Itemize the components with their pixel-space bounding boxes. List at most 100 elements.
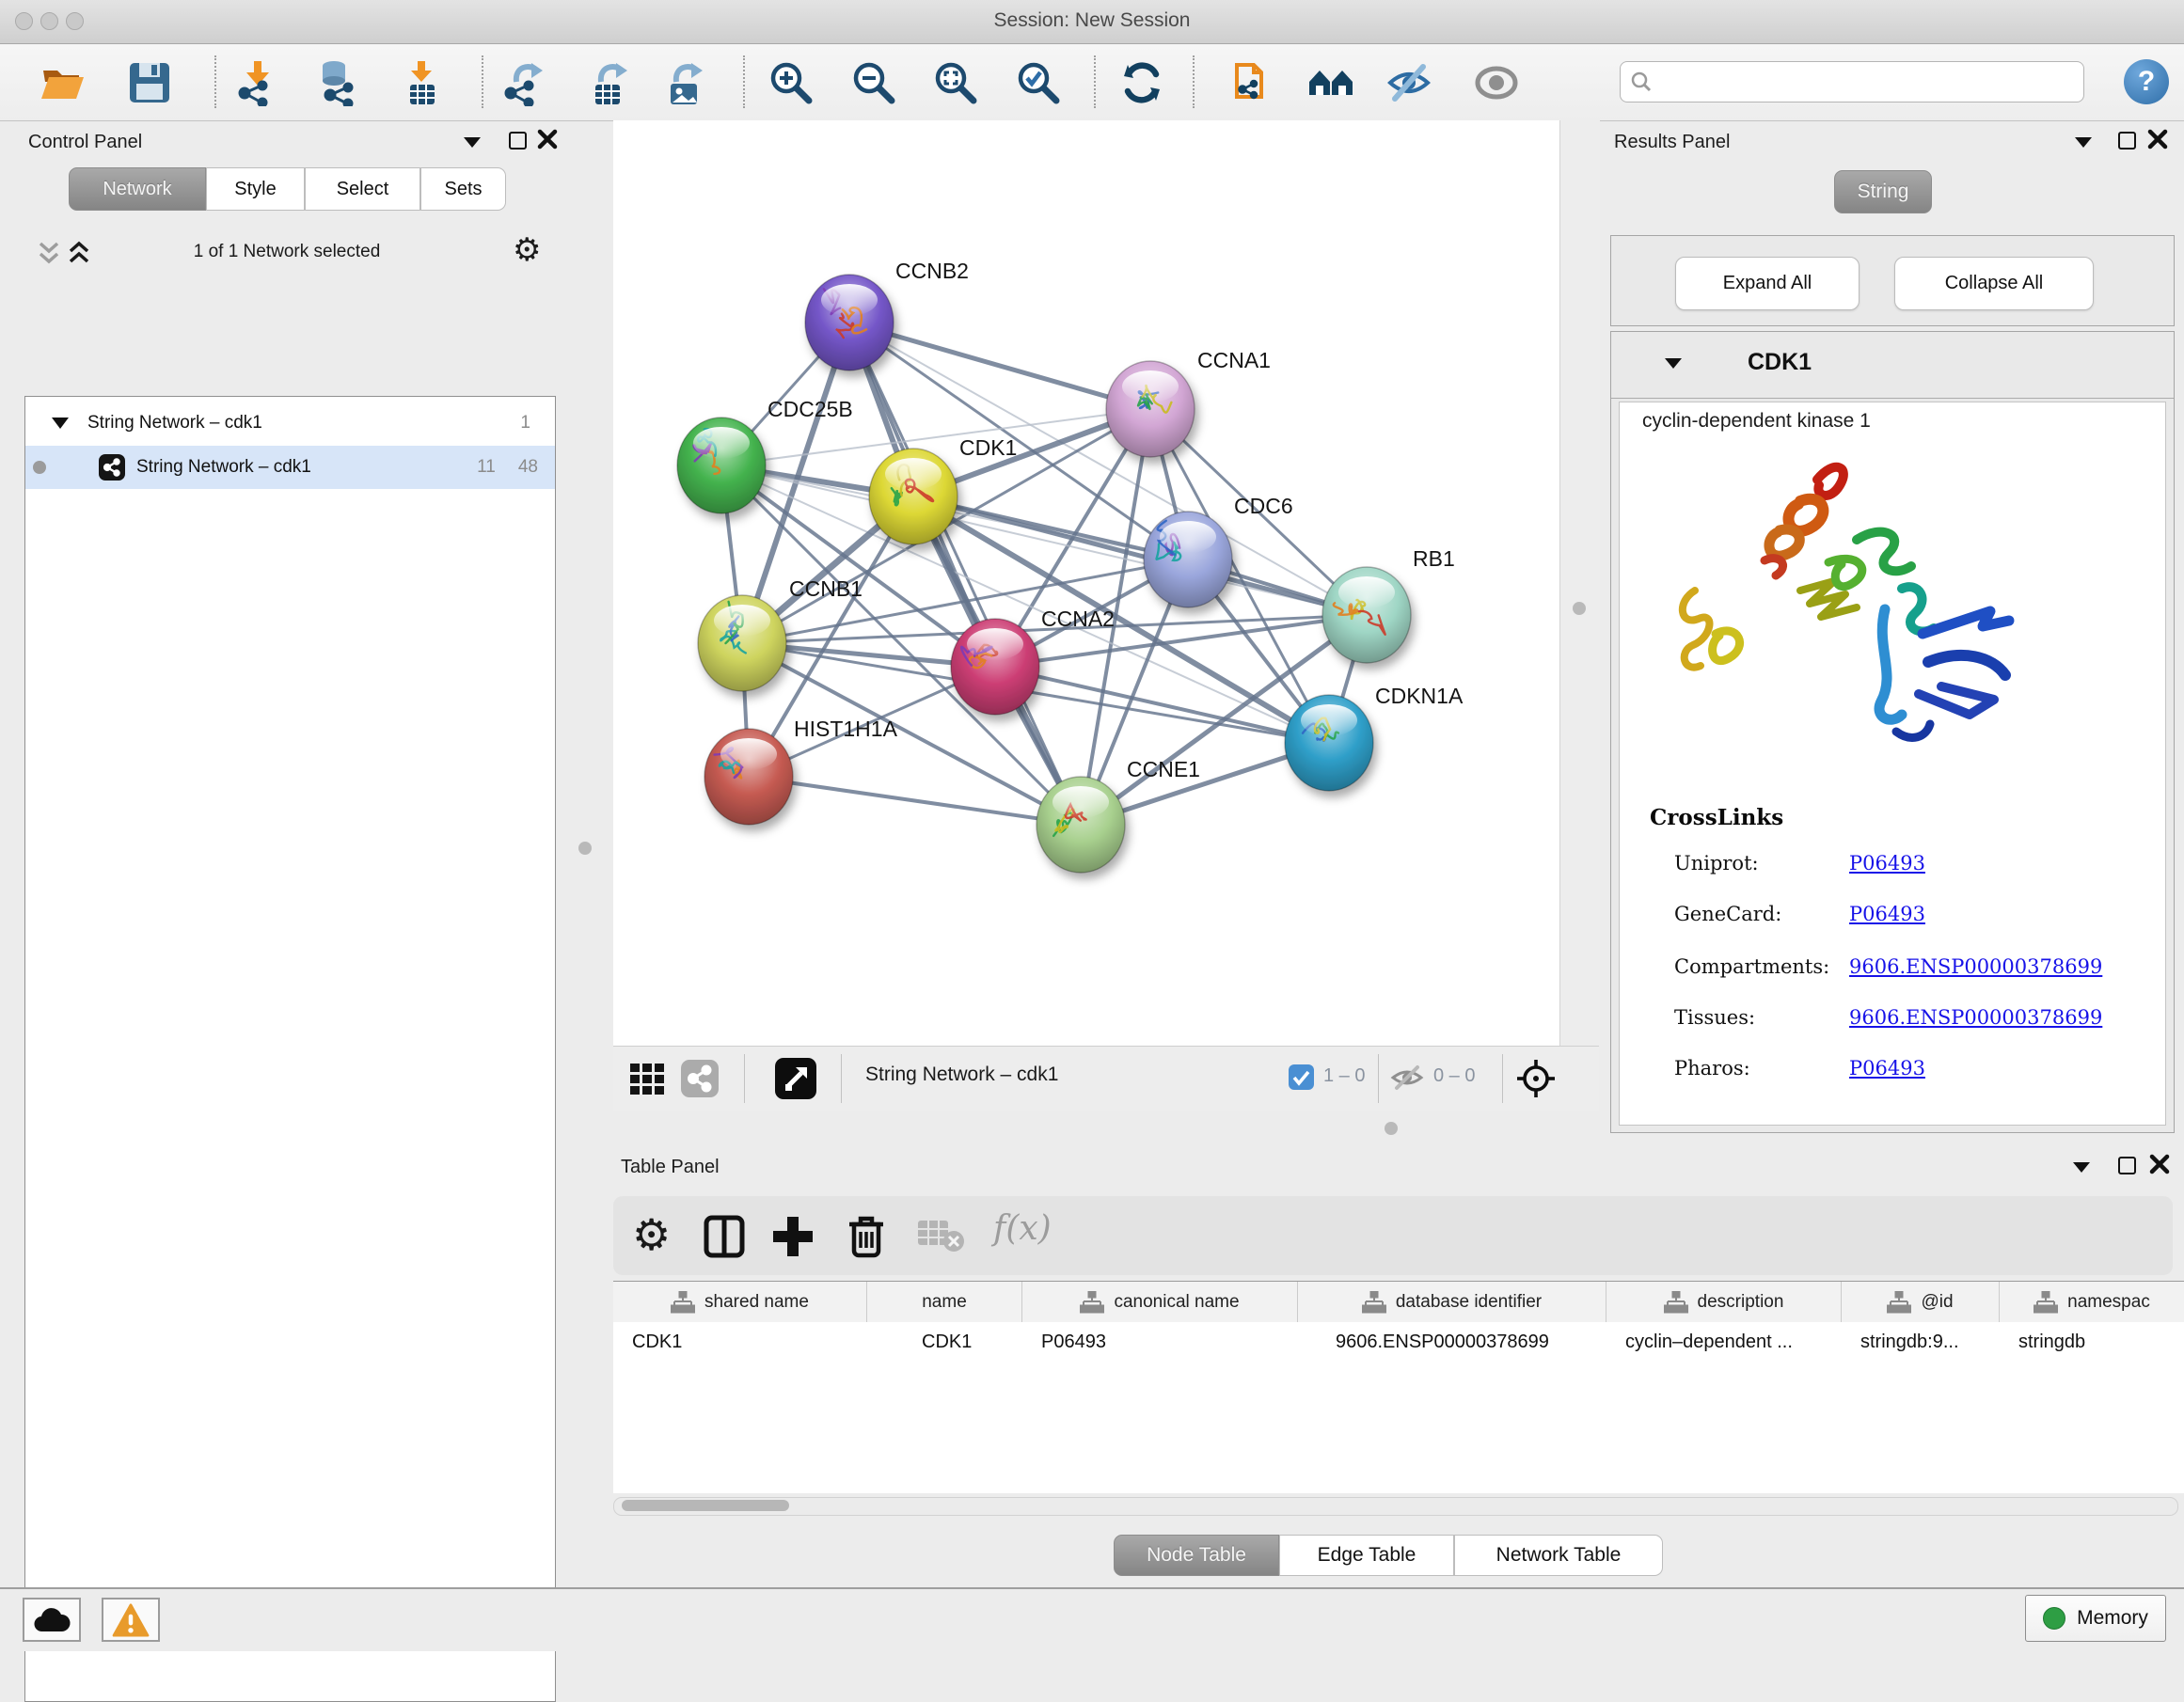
table-settings-gear-icon[interactable]: ⚙: [632, 1211, 671, 1258]
open-session-icon[interactable]: [39, 59, 86, 106]
network-graph[interactable]: CCNB2CCNA1CDC25BCDK1CDC6RB1CCNB1CCNA2CDK…: [613, 120, 1559, 1046]
network-row-label: String Network – cdk1: [136, 457, 311, 478]
help-icon[interactable]: ?: [2124, 59, 2169, 104]
cell-id[interactable]: stringdb:9...: [1842, 1322, 2000, 1362]
export-table-icon[interactable]: [584, 59, 631, 106]
tab-node-table[interactable]: Node Table: [1114, 1535, 1279, 1576]
results-panel-float-icon[interactable]: [2118, 132, 2136, 150]
network-row-selected[interactable]: String Network – cdk1 11 48: [25, 446, 555, 489]
network-selection-status: 1 of 1 Network selected: [103, 242, 470, 262]
column-header-namespace[interactable]: namespac: [2000, 1282, 2184, 1323]
import-network-file-icon[interactable]: [233, 59, 280, 106]
network-node-CDC25B[interactable]: [677, 418, 766, 513]
string-view-icon[interactable]: [681, 1060, 719, 1097]
scrollbar-thumb[interactable]: [622, 1500, 789, 1511]
tab-edge-table[interactable]: Edge Table: [1279, 1535, 1454, 1576]
column-header-description[interactable]: description: [1606, 1282, 1842, 1323]
network-options-gear-icon[interactable]: ⚙: [513, 231, 541, 269]
network-node-CCNB1[interactable]: [698, 595, 786, 691]
tab-style[interactable]: Style: [206, 167, 305, 211]
table-row[interactable]: CDK1 CDK1 P06493 9606.ENSP00000378699 cy…: [613, 1322, 2184, 1362]
cell-database-identifier[interactable]: 9606.ENSP00000378699: [1298, 1322, 1606, 1362]
zoom-in-icon[interactable]: [768, 59, 815, 106]
gene-entry-header[interactable]: CDK1: [1611, 332, 2174, 399]
tab-select[interactable]: Select: [305, 167, 420, 211]
results-panel-close-icon[interactable]: [2146, 128, 2169, 150]
panel-splitter-handle[interactable]: [578, 842, 592, 855]
table-panel-menu-icon[interactable]: [2073, 1162, 2090, 1173]
network-node-CDC6[interactable]: [1144, 512, 1232, 607]
save-session-icon[interactable]: [126, 59, 173, 106]
expand-all-button[interactable]: Expand All: [1675, 257, 1860, 310]
delete-trash-icon[interactable]: [847, 1213, 886, 1258]
control-panel-float-icon[interactable]: [509, 132, 527, 150]
table-panel-close-icon[interactable]: [2148, 1153, 2171, 1175]
network-node-CCNE1[interactable]: [1037, 777, 1125, 873]
network-node-RB1[interactable]: [1322, 567, 1411, 663]
grid-view-icon[interactable]: [628, 1060, 666, 1097]
collapse-all-button[interactable]: Collapse All: [1894, 257, 2094, 310]
fit-content-crosshair-icon[interactable]: [1516, 1059, 1556, 1098]
show-columns-icon[interactable]: [704, 1215, 745, 1258]
column-header-canonical-name[interactable]: canonical name: [1022, 1282, 1298, 1323]
network-node-CCNB2[interactable]: [805, 275, 894, 370]
table-horizontal-scrollbar[interactable]: [613, 1497, 2178, 1516]
network-list: String Network – cdk1 1 String Network –…: [24, 396, 556, 1702]
export-network-icon[interactable]: [499, 59, 546, 106]
network-node-CDK1[interactable]: [869, 449, 957, 544]
column-header-name[interactable]: name: [867, 1282, 1022, 1323]
column-header-shared-name[interactable]: shared name: [613, 1282, 867, 1323]
selected-checkbox-icon[interactable]: [1289, 1064, 1314, 1090]
tab-sets[interactable]: Sets: [420, 167, 506, 211]
cell-namespace[interactable]: stringdb: [2000, 1322, 2184, 1362]
control-panel-menu-icon[interactable]: [464, 137, 481, 148]
import-table-icon[interactable]: [398, 59, 445, 106]
crosslink-genecard-link[interactable]: P06493: [1849, 903, 1925, 925]
search-input[interactable]: [1620, 61, 2084, 102]
network-collection-row[interactable]: String Network – cdk1 1: [25, 402, 555, 444]
network-node-CDKN1A[interactable]: [1285, 695, 1373, 791]
cell-canonical-name[interactable]: P06493: [1022, 1322, 1298, 1362]
hierarchy-icon: [1362, 1291, 1386, 1314]
import-network-database-icon[interactable]: [313, 59, 360, 106]
splitter-handle-dot[interactable]: [1385, 1122, 1398, 1135]
crosslink-pharos-link[interactable]: P06493: [1849, 1057, 1925, 1080]
clone-network-icon[interactable]: [1226, 59, 1273, 106]
birdseye-view-icon[interactable]: [775, 1058, 816, 1099]
results-panel-menu-icon[interactable]: [2075, 137, 2092, 148]
collection-disclosure-icon[interactable]: [52, 418, 69, 429]
tab-network[interactable]: Network: [69, 167, 206, 211]
export-image-icon[interactable]: [661, 59, 708, 106]
cell-description[interactable]: cyclin–dependent ...: [1606, 1322, 1842, 1362]
collapse-all-chevron-icon[interactable]: [36, 237, 62, 269]
zoom-out-icon[interactable]: [850, 59, 897, 106]
table-panel-float-icon[interactable]: [2118, 1157, 2136, 1174]
memory-button[interactable]: Memory: [2025, 1595, 2166, 1642]
hide-selected-eye-icon[interactable]: [1385, 59, 1432, 106]
crosslink-tissues-link[interactable]: 9606.ENSP00000378699: [1849, 1006, 2102, 1029]
tab-network-table[interactable]: Network Table: [1454, 1535, 1663, 1576]
crosslink-compartments-link[interactable]: 9606.ENSP00000378699: [1849, 955, 2102, 978]
panel-splitter-handle[interactable]: [1573, 602, 1586, 615]
homes-icon[interactable]: [1307, 59, 1354, 106]
refresh-icon[interactable]: [1118, 59, 1165, 106]
network-node-CCNA2[interactable]: [951, 619, 1039, 715]
cloud-status-button[interactable]: [23, 1598, 81, 1642]
network-node-CCNA1[interactable]: [1106, 361, 1195, 457]
zoom-fit-icon[interactable]: [932, 59, 979, 106]
create-column-plus-icon[interactable]: [771, 1215, 815, 1258]
warning-status-button[interactable]: [102, 1598, 160, 1642]
column-header-id[interactable]: @id: [1842, 1282, 2000, 1323]
gene-disclosure-icon[interactable]: [1665, 358, 1682, 369]
control-panel-close-icon[interactable]: [536, 128, 559, 150]
crosslink-uniprot-link[interactable]: P06493: [1849, 852, 1925, 875]
zoom-selected-icon[interactable]: [1015, 59, 1062, 106]
tab-string[interactable]: String: [1834, 170, 1932, 213]
cell-name[interactable]: CDK1: [867, 1322, 1022, 1362]
column-header-database-identifier[interactable]: database identifier: [1298, 1282, 1606, 1323]
cell-shared-name[interactable]: CDK1: [613, 1322, 867, 1362]
network-node-HIST1H1A[interactable]: [704, 729, 793, 825]
show-eye-icon[interactable]: [1473, 59, 1520, 106]
expand-all-chevron-icon[interactable]: [66, 237, 92, 269]
horizontal-splitter[interactable]: [613, 1111, 1599, 1149]
